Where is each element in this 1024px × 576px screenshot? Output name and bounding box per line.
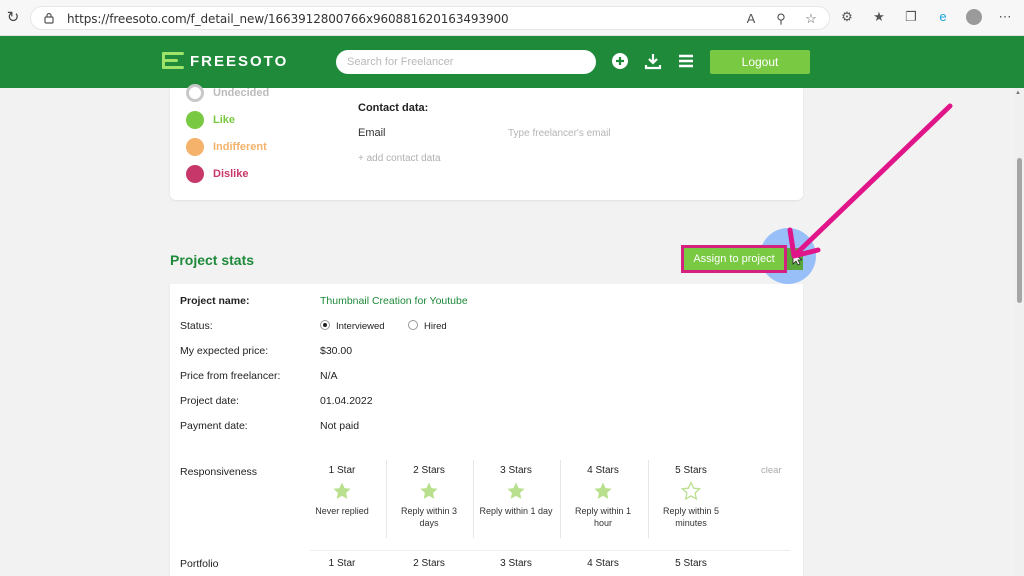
portfolio-option-5[interactable]: 5 Stars — [648, 558, 734, 569]
mouse-cursor-icon — [792, 252, 802, 266]
project-date-value[interactable]: 01.04.2022 — [320, 395, 373, 407]
page-scrollbar[interactable]: ▲ — [1014, 88, 1024, 576]
logo-text: FREESOTO — [190, 52, 289, 70]
logo-mark-icon — [162, 52, 184, 70]
browser-toolbar: ↻ https://freesoto.com/f_detail_new/1663… — [0, 0, 1024, 36]
star-description: Reply within 1 hour — [574, 506, 632, 528]
radio-checked-icon — [320, 320, 330, 330]
favorite-star-icon[interactable]: ☆ — [803, 10, 819, 28]
portfolio-option-3[interactable]: 3 Stars — [473, 558, 559, 569]
rating-label: Undecided — [213, 87, 270, 99]
section-divider — [310, 550, 790, 551]
freelancer-search-input[interactable] — [336, 50, 596, 74]
radio-label: Interviewed — [336, 321, 385, 332]
more-options-icon[interactable]: ⋯ — [996, 8, 1014, 26]
project-stats-title: Project stats — [170, 252, 255, 268]
rating-label: Like — [213, 114, 236, 126]
logout-button[interactable]: Logout — [710, 50, 810, 74]
responsiveness-option-5[interactable]: 5 Stars Reply within 5 minutes — [648, 465, 734, 529]
star-count-label: 5 Stars — [675, 465, 707, 476]
email-field[interactable] — [508, 125, 708, 141]
star-count-label: 2 Stars — [413, 465, 445, 476]
portfolio-label: Portfolio — [180, 558, 219, 570]
rating-label: Dislike — [213, 168, 249, 180]
star-count-label: 4 Stars — [587, 465, 619, 476]
star-filled-icon — [507, 482, 525, 499]
star-filled-icon — [420, 482, 438, 499]
collections-icon[interactable]: ❐ — [902, 8, 920, 26]
portfolio-option-4[interactable]: 4 Stars — [560, 558, 646, 569]
project-date-label: Project date: — [180, 395, 239, 407]
rating-indifferent[interactable]: Indifferent — [186, 138, 267, 156]
favorites-icon[interactable]: ★ — [870, 8, 888, 26]
star-filled-icon — [594, 482, 612, 499]
star-description: Reply within 1 day — [479, 506, 553, 516]
reload-icon[interactable]: ↻ — [4, 9, 22, 27]
scrollbar-thumb[interactable] — [1017, 158, 1022, 303]
star-description: Reply within 3 days — [400, 506, 458, 528]
freelancer-price-label: Price from freelancer: — [180, 370, 281, 382]
rating-dot-icon — [186, 111, 204, 129]
star-description: Never replied — [315, 506, 369, 516]
edge-icon[interactable]: e — [934, 8, 952, 26]
portfolio-option-1[interactable]: 1 Star — [299, 558, 385, 569]
project-name-label: Project name: — [180, 295, 250, 307]
responsiveness-option-3[interactable]: 3 Stars Reply within 1 day — [473, 465, 559, 517]
address-bar[interactable]: https://freesoto.com/f_detail_new/166391… — [30, 6, 830, 30]
add-icon[interactable] — [610, 51, 630, 71]
star-filled-icon — [333, 482, 351, 499]
payment-date-value[interactable]: Not paid — [320, 420, 359, 432]
lock-icon — [44, 12, 54, 24]
expected-price-value[interactable]: $30.00 — [320, 345, 352, 357]
download-icon[interactable] — [643, 51, 663, 71]
menu-icon[interactable] — [676, 51, 696, 71]
site-header: FREESOTO Logout — [0, 36, 1024, 88]
freelancer-info-card: Undecided Like Indifferent Dislike Conta… — [170, 84, 803, 200]
project-name-link[interactable]: Thumbnail Creation for Youtube — [320, 295, 468, 307]
clear-rating-link[interactable]: clear — [761, 465, 782, 476]
star-count-label: 1 Star — [328, 465, 356, 476]
site-logo[interactable]: FREESOTO — [162, 52, 288, 70]
status-label: Status: — [180, 320, 213, 332]
status-hired-radio[interactable]: Hired — [408, 320, 447, 332]
email-label: Email — [358, 127, 386, 139]
profile-avatar[interactable] — [966, 9, 982, 25]
rating-label: Indifferent — [213, 141, 267, 153]
extensions-icon[interactable]: ⚙ — [838, 8, 856, 26]
responsiveness-option-4[interactable]: 4 Stars Reply within 1 hour — [560, 465, 646, 529]
radio-label: Hired — [424, 321, 447, 332]
status-interviewed-radio[interactable]: Interviewed — [320, 320, 385, 332]
portfolio-option-2[interactable]: 2 Stars — [386, 558, 472, 569]
rating-dot-icon — [186, 84, 204, 102]
radio-unchecked-icon — [408, 320, 418, 330]
freelancer-price-value[interactable]: N/A — [320, 370, 338, 382]
rating-dot-icon — [186, 138, 204, 156]
rating-dot-icon — [186, 165, 204, 183]
assign-to-project-button[interactable]: Assign to project — [681, 245, 787, 273]
star-description: Reply within 5 minutes — [662, 506, 720, 528]
contact-data-title: Contact data: — [358, 102, 429, 114]
responsiveness-label: Responsiveness — [180, 466, 258, 478]
zoom-icon[interactable]: ⚲ — [773, 10, 789, 28]
star-count-label: 3 Stars — [500, 465, 532, 476]
rating-dislike[interactable]: Dislike — [186, 165, 248, 183]
rating-undecided[interactable]: Undecided — [186, 84, 269, 102]
responsiveness-option-1[interactable]: 1 Star Never replied — [299, 465, 385, 517]
scroll-up-icon[interactable]: ▲ — [1015, 90, 1021, 96]
payment-date-label: Payment date: — [180, 420, 248, 432]
read-aloud-icon[interactable]: A​ — [743, 10, 759, 28]
rating-like[interactable]: Like — [186, 111, 235, 129]
add-contact-link[interactable]: + add contact data — [358, 153, 441, 164]
project-stats-card: Project name: Thumbnail Creation for You… — [170, 284, 803, 576]
url-text[interactable]: https://freesoto.com/f_detail_new/166391… — [67, 12, 509, 26]
expected-price-label: My expected price: — [180, 345, 269, 357]
responsiveness-option-2[interactable]: 2 Stars Reply within 3 days — [386, 465, 472, 529]
star-outline-icon — [681, 481, 701, 501]
